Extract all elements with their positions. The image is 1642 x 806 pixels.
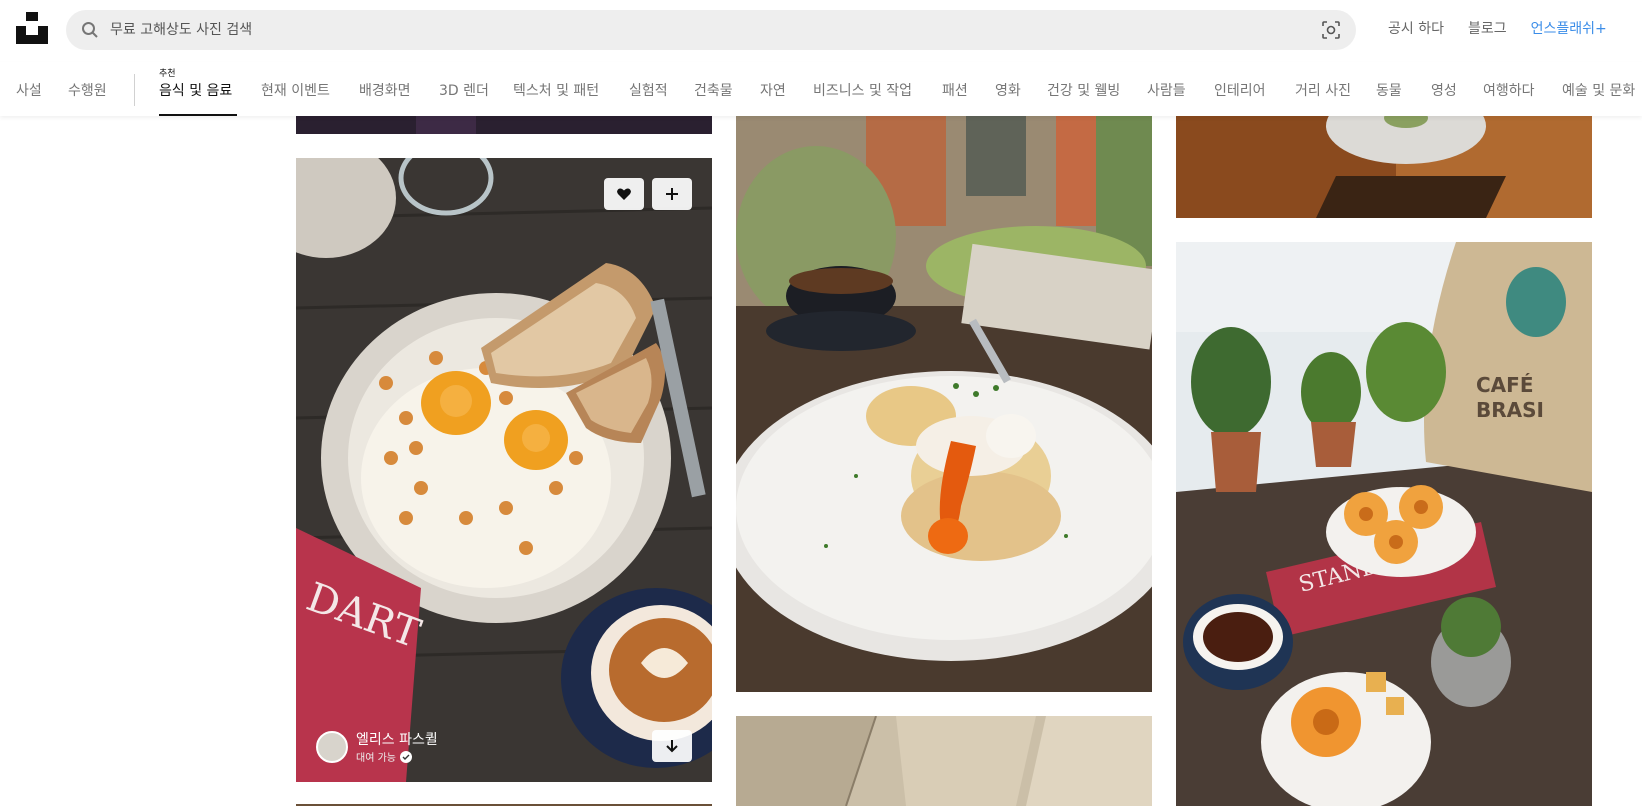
like-button[interactable] <box>604 178 644 210</box>
download-icon <box>666 740 678 753</box>
add-to-collection-button[interactable] <box>652 178 692 210</box>
heart-icon <box>617 188 631 200</box>
svg-text:CAFÉ: CAFÉ <box>1476 373 1533 397</box>
nav-item-food-drink[interactable]: 음식 및 음료 <box>159 80 232 100</box>
nav-item-wallpapers[interactable]: 배경화면 <box>359 80 411 100</box>
nav-item-architecture[interactable]: 건축물 <box>694 80 733 100</box>
blog-link[interactable]: 블로그 <box>1468 18 1507 38</box>
unsplash-logo-icon[interactable] <box>16 12 48 44</box>
svg-text:BRASI: BRASI <box>1476 398 1544 422</box>
nav-item-fashion[interactable]: 패션 <box>942 80 968 100</box>
photo-image <box>1176 116 1592 218</box>
search-bar[interactable] <box>66 10 1356 50</box>
check-icon <box>399 750 412 763</box>
photo-image <box>736 716 1152 806</box>
photo-image: DART <box>296 158 712 782</box>
submit-link[interactable]: 공시 하다 <box>1388 18 1444 38</box>
photo-image <box>736 116 1152 692</box>
photo-image: CAFÉ BRASI STANDART <box>1176 242 1592 806</box>
nav-item-textures[interactable]: 텍스처 및 패턴 <box>513 80 599 100</box>
search-icon[interactable] <box>80 20 100 40</box>
photo-card-eggs[interactable]: DART 엘리스 파스퀼 대여 가능 <box>296 158 712 782</box>
nav-item-film[interactable]: 영화 <box>995 80 1021 100</box>
nav-item-travel[interactable]: 여행하다 <box>1483 80 1535 100</box>
nav-item-health[interactable]: 건강 및 웰빙 <box>1047 80 1120 100</box>
photo-card-cafe[interactable]: CAFÉ BRASI STANDART <box>1176 242 1592 806</box>
nav-featured-label: 추천 <box>159 69 176 79</box>
nav-item-experimental[interactable]: 실험적 <box>629 80 668 100</box>
nav-divider <box>134 74 135 106</box>
nav-item-arts[interactable]: 예술 및 문화 <box>1562 80 1635 100</box>
visual-search-icon[interactable] <box>1320 19 1342 41</box>
nav-item-animals[interactable]: 동물 <box>1376 80 1402 100</box>
photo-card[interactable] <box>736 716 1152 806</box>
topic-nav: 사설 수행원 추천 음식 및 음료 현재 이벤트 배경화면 3D 렌더 텍스처 … <box>0 62 1642 116</box>
nav-item-following[interactable]: 수행원 <box>68 80 107 100</box>
author-info[interactable]: 엘리스 파스퀼 대여 가능 <box>316 729 438 764</box>
nav-item-3d-renders[interactable]: 3D 렌더 <box>439 80 489 100</box>
top-links: 공시 하다 블로그 언스플래쉬+ <box>1388 18 1607 38</box>
nav-item-spirituality[interactable]: 영성 <box>1431 80 1457 100</box>
author-name[interactable]: 엘리스 파스퀼 <box>356 729 438 749</box>
unsplash-plus-link[interactable]: 언스플래쉬+ <box>1531 18 1607 38</box>
nav-item-interiors[interactable]: 인테리어 <box>1214 80 1266 100</box>
nav-item-editorial[interactable]: 사설 <box>16 80 42 100</box>
avatar[interactable] <box>316 730 348 763</box>
download-button[interactable] <box>652 730 692 762</box>
nav-item-business[interactable]: 비즈니스 및 작업 <box>813 80 912 100</box>
nav-item-nature[interactable]: 자연 <box>760 80 786 100</box>
plus-icon <box>666 188 678 200</box>
top-bar: 공시 하다 블로그 언스플래쉬+ <box>0 0 1642 62</box>
search-input[interactable] <box>110 10 1290 50</box>
nav-item-current-events[interactable]: 현재 이벤트 <box>261 80 330 100</box>
nav-item-people[interactable]: 사람들 <box>1147 80 1186 100</box>
author-status: 대여 가능 <box>356 749 438 764</box>
nav-active-underline <box>159 114 237 116</box>
author-status-label: 대여 가능 <box>356 753 396 764</box>
nav-item-street[interactable]: 거리 사진 <box>1295 80 1351 100</box>
photo-card[interactable] <box>1176 116 1592 218</box>
photo-card-benedict[interactable] <box>736 116 1152 692</box>
